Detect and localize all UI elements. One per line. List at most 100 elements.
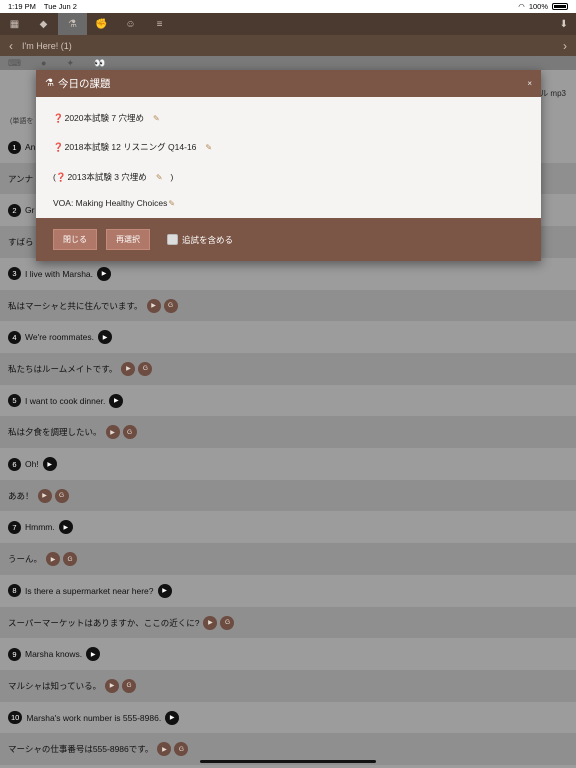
google-translate-button[interactable]: G (163, 298, 178, 313)
sentence-number: 7 (8, 520, 21, 534)
google-translate-button[interactable]: G (54, 488, 69, 503)
sentence-row[interactable]: 4 We're roommates. ▶ (0, 321, 576, 354)
sentence-number: 5 (8, 394, 21, 408)
sentence-row[interactable]: 3 I live with Marsha. ▶ (0, 257, 576, 290)
translation-text: ああ！ (8, 490, 34, 501)
microscope-icon[interactable]: ⚗ (58, 13, 87, 35)
sentence-row[interactable]: 6 Oh! ▶ (0, 448, 576, 480)
checkbox-label: 追試を含める (182, 234, 234, 245)
smiley-icon[interactable]: ☺ (116, 13, 145, 35)
translation-row[interactable]: うーん。 ▶ G (0, 543, 576, 576)
battery-percent: 100% (528, 2, 548, 11)
close-button[interactable]: 閉じる (53, 229, 97, 250)
sentence-text: Marsha's work number is 555-8986. (26, 712, 162, 723)
play-icon[interactable]: ▶ (109, 393, 124, 408)
translation-row[interactable]: 私は夕食を調理したい。 ▶ G (0, 416, 576, 449)
play-icon[interactable]: ▶ (58, 520, 73, 535)
sentence-text: Is there a supermarket near here? (25, 585, 154, 596)
google-translate-button[interactable]: G (122, 425, 137, 440)
memo-icon[interactable]: ✎ (153, 114, 160, 123)
question-icon: ❓ (53, 141, 64, 152)
dialog-header: ⚗ 今日の課題 × (36, 70, 541, 97)
dialog-footer: 閉じる 再選択 追試を含める (36, 218, 541, 261)
sentence-number: 9 (8, 647, 21, 661)
google-translate-button[interactable]: G (174, 742, 189, 757)
sentence-row[interactable]: 9 Marsha knows. ▶ (0, 638, 576, 671)
play-icon[interactable]: ▶ (105, 678, 120, 693)
sentence-number: 10 (8, 711, 23, 725)
play-icon[interactable]: ▶ (46, 552, 61, 567)
google-translate-button[interactable]: G (122, 678, 137, 693)
play-icon[interactable]: ▶ (98, 330, 113, 345)
translation-row[interactable]: スーパーマーケットはありますか、ここの近くに? ▶ G (0, 606, 576, 639)
mp3-label[interactable]: ル mp3 (540, 88, 566, 99)
sentence-number: 8 (8, 584, 21, 598)
sentence-row[interactable]: 5 I want to cook dinner. ▶ (0, 384, 576, 417)
google-translate-button[interactable]: G (220, 615, 235, 630)
sentence-text: I want to cook dinner. (25, 395, 106, 406)
memo-icon[interactable]: ✎ (205, 143, 212, 152)
home-indicator (200, 760, 376, 763)
play-icon[interactable]: ▶ (37, 488, 52, 503)
play-icon[interactable]: ▶ (121, 361, 136, 376)
task-item[interactable]: ❓ 2020本試験 7 穴埋め ✎ (53, 112, 160, 124)
sentence-text: Hmmm. (25, 522, 55, 533)
muscle-icon[interactable]: ✊ (87, 13, 116, 35)
download-icon[interactable]: ⬇ (560, 19, 576, 30)
nav-bar: ‹ I'm Here! (1) › (0, 35, 576, 56)
question-icon: ❓ (55, 171, 67, 182)
play-icon[interactable]: ▶ (105, 425, 120, 440)
memo-icon[interactable]: ✎ (156, 173, 163, 182)
sentence-row[interactable]: 7 Hmmm. ▶ (0, 511, 576, 544)
status-bar: 1:19 PM Tue Jun 2 ◠ 100% (0, 0, 576, 13)
bulb-icon[interactable]: ✦ (66, 58, 74, 69)
grid-icon[interactable]: ▦ (0, 13, 29, 35)
play-icon[interactable]: ▶ (157, 742, 172, 757)
sentence-number: 3 (8, 267, 21, 281)
tag-icon[interactable]: ◆ (29, 13, 58, 35)
task-item[interactable]: ( ❓ 2013本試験 3 穴埋め ✎ ) (53, 171, 173, 183)
google-translate-button[interactable]: G (63, 552, 78, 567)
sentence-row[interactable]: 10 Marsha's work number is 555-8986. ▶ (0, 701, 576, 734)
translation-text: すばら (8, 237, 34, 248)
task-item[interactable]: VOA: Making Healthy Choices ✎ (53, 198, 175, 208)
close-icon[interactable]: × (527, 79, 532, 88)
translation-row[interactable]: 私たちはルームメイトです。 ▶ G (0, 352, 576, 385)
wifi-icon: ◠ (518, 2, 525, 11)
play-icon[interactable]: ▶ (42, 457, 57, 471)
reselect-button[interactable]: 再選択 (106, 229, 150, 250)
play-icon[interactable]: ▶ (97, 266, 112, 281)
lips-icon[interactable]: ● (41, 58, 46, 68)
task-label: 2013本試験 3 穴埋め (67, 172, 147, 182)
chevron-left-icon[interactable]: ‹ (0, 39, 22, 53)
microscope-icon: ⚗ (45, 78, 54, 89)
task-label: 2018本試験 12 リスニング Q14-16 (64, 142, 197, 152)
translation-text: うーん。 (8, 554, 43, 565)
translation-row[interactable]: 私はマーシャと共に住んでいます。 ▶ G (0, 289, 576, 322)
eyes-icon[interactable]: 👀 (94, 58, 105, 69)
sentence-row[interactable]: 8 Is there a supermarket near here? ▶ (0, 574, 576, 607)
chevron-right-icon[interactable]: › (554, 39, 576, 53)
sentence-text: We're roommates. (25, 332, 95, 343)
include-retest-checkbox[interactable]: 追試を含める (167, 234, 233, 246)
translation-row[interactable]: ああ！ ▶ G (0, 479, 576, 512)
menu-icon[interactable]: ≡ (145, 13, 174, 35)
checkbox-box[interactable] (167, 234, 178, 245)
sentence-number: 2 (8, 203, 21, 217)
play-icon[interactable]: ▶ (165, 710, 180, 725)
sub-toolbar: ⌨ ● ✦ 👀 (0, 56, 576, 70)
task-item[interactable]: ❓ 2018本試験 12 リスニング Q14-16 ✎ (53, 141, 212, 153)
keyboard-icon[interactable]: ⌨ (8, 58, 21, 69)
task-label: VOA: Making Healthy Choices (53, 198, 168, 208)
translation-text: 私たちはルームメイトです。 (8, 363, 118, 374)
google-translate-button[interactable]: G (138, 361, 153, 376)
question-icon: ❓ (53, 112, 64, 123)
play-icon[interactable]: ▶ (203, 615, 218, 630)
play-icon[interactable]: ▶ (157, 583, 172, 598)
play-icon[interactable]: ▶ (86, 647, 101, 662)
sentence-text: An (25, 142, 36, 152)
memo-icon[interactable]: ✎ (168, 199, 175, 208)
play-icon[interactable]: ▶ (146, 298, 161, 313)
translation-row[interactable]: マルシャは知っている。 ▶ G (0, 669, 576, 702)
sentence-number: 1 (8, 140, 21, 154)
